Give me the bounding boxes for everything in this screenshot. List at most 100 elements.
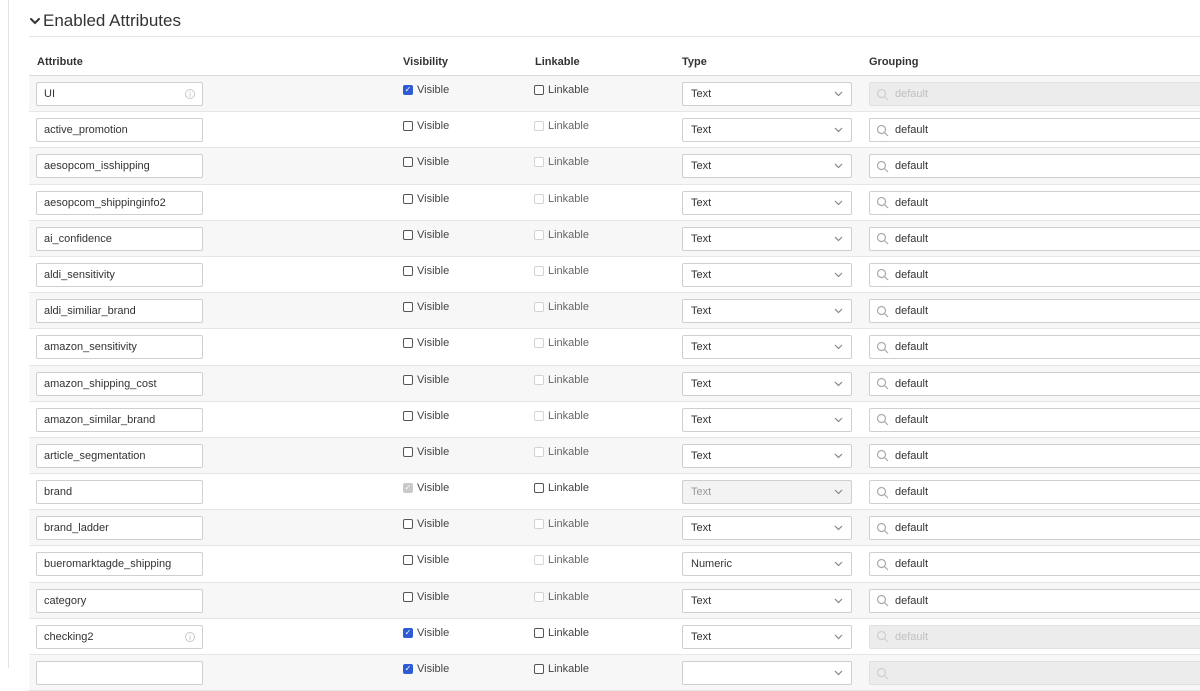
- linkable-toggle[interactable]: Linkable: [534, 627, 589, 639]
- grouping-search-field[interactable]: default: [869, 371, 1200, 396]
- grouping-search-field[interactable]: default: [869, 335, 1200, 360]
- visibility-toggle[interactable]: Visible: [403, 410, 449, 422]
- visibility-toggle[interactable]: ✓ Visible: [403, 84, 449, 96]
- visible-label: Visible: [417, 156, 450, 169]
- grouping-search-field[interactable]: default: [869, 262, 1200, 287]
- visibility-toggle[interactable]: Visible: [403, 265, 449, 277]
- type-select[interactable]: Text: [682, 371, 852, 396]
- linkable-checkbox[interactable]: [534, 627, 544, 638]
- visible-checkbox[interactable]: [403, 555, 413, 566]
- visible-checkbox[interactable]: [403, 157, 413, 168]
- table-row: ✓ Visible Linkable: [29, 655, 1200, 691]
- visibility-toggle[interactable]: Visible: [403, 554, 449, 566]
- grouping-search-field[interactable]: default: [869, 226, 1200, 251]
- column-header-linkable: Linkable: [535, 56, 580, 68]
- grouping-search-field[interactable]: default: [869, 552, 1200, 577]
- visible-label: Visible: [417, 663, 450, 675]
- visible-checkbox[interactable]: ✓: [403, 664, 413, 674]
- attribute-name-field[interactable]: amazon_sensitivity: [36, 335, 203, 360]
- grouping-search-field[interactable]: default: [869, 516, 1200, 541]
- linkable-checkbox[interactable]: [534, 85, 544, 95]
- table-row: aldi_similiar_brand Visible Linkable Tex…: [29, 293, 1200, 330]
- grouping-search-field[interactable]: default: [869, 588, 1200, 613]
- linkable-label: Linkable: [548, 264, 589, 277]
- visibility-toggle[interactable]: ✓ Visible: [403, 663, 449, 675]
- visibility-toggle[interactable]: Visible: [403, 156, 449, 168]
- visibility-toggle[interactable]: Visible: [403, 193, 449, 205]
- attribute-name-field[interactable]: category: [36, 588, 203, 613]
- grouping-search-field[interactable]: default: [869, 118, 1200, 143]
- type-select[interactable]: Text: [682, 335, 852, 360]
- visible-checkbox[interactable]: [403, 265, 413, 276]
- visibility-toggle[interactable]: Visible: [403, 446, 449, 458]
- attribute-name-value: amazon_similar_brand: [44, 413, 156, 426]
- type-select[interactable]: Text: [682, 226, 852, 251]
- linkable-checkbox: [534, 229, 544, 240]
- type-select[interactable]: Text: [682, 624, 852, 649]
- attribute-name-field[interactable]: checking2 i: [36, 624, 203, 649]
- attribute-name-field[interactable]: active_promotion: [36, 118, 203, 143]
- attribute-name-field[interactable]: brand_ladder: [36, 516, 203, 541]
- visible-checkbox[interactable]: [403, 121, 413, 132]
- type-select[interactable]: Text: [682, 118, 852, 143]
- type-select[interactable]: Text: [682, 190, 852, 215]
- visibility-toggle[interactable]: Visible: [403, 374, 449, 386]
- visibility-toggle[interactable]: Visible: [403, 337, 449, 349]
- type-select[interactable]: Text: [682, 82, 852, 106]
- visible-checkbox[interactable]: [403, 446, 413, 457]
- linkable-checkbox[interactable]: [534, 483, 544, 494]
- grouping-search-field[interactable]: default: [869, 443, 1200, 468]
- attribute-name-field[interactable]: aesopcom_shippinginfo2: [36, 190, 203, 215]
- attribute-name-field[interactable]: aldi_sensitivity: [36, 262, 203, 287]
- visible-checkbox[interactable]: [403, 591, 413, 602]
- type-select[interactable]: Text: [682, 299, 852, 324]
- visibility-toggle[interactable]: Visible: [403, 229, 449, 241]
- attribute-name-field[interactable]: bueromarktagde_shipping: [36, 552, 203, 577]
- visible-checkbox[interactable]: [403, 519, 413, 530]
- linkable-checkbox[interactable]: [534, 664, 544, 674]
- attribute-name-field[interactable]: article_segmentation: [36, 443, 203, 468]
- type-select[interactable]: Text: [682, 262, 852, 287]
- visible-checkbox[interactable]: ✓: [403, 85, 413, 95]
- visible-checkbox[interactable]: [403, 338, 413, 349]
- attribute-name-field[interactable]: amazon_similar_brand: [36, 407, 203, 432]
- linkable-toggle[interactable]: Linkable: [534, 84, 589, 96]
- type-select[interactable]: Text: [682, 443, 852, 468]
- grouping-search-field[interactable]: default: [869, 190, 1200, 215]
- visibility-toggle[interactable]: Visible: [403, 591, 449, 603]
- attribute-name-field[interactable]: ai_confidence: [36, 226, 203, 251]
- attribute-name-field[interactable]: UI i: [36, 82, 203, 106]
- attribute-name-field[interactable]: [36, 661, 203, 685]
- attribute-name-field[interactable]: aldi_similiar_brand: [36, 299, 203, 324]
- linkable-toggle[interactable]: Linkable: [534, 482, 589, 494]
- attribute-name-field[interactable]: aesopcom_isshipping: [36, 154, 203, 179]
- visible-checkbox[interactable]: [403, 410, 413, 421]
- type-select[interactable]: Text: [682, 154, 852, 179]
- chevron-down-icon: [834, 453, 843, 459]
- type-value: Text: [691, 232, 712, 245]
- visible-checkbox[interactable]: ✓: [403, 627, 413, 638]
- enabled-attributes-toggle[interactable]: Enabled Attributes: [29, 9, 181, 33]
- visible-checkbox[interactable]: [403, 302, 413, 313]
- grouping-search-field[interactable]: default: [869, 407, 1200, 432]
- grouping-search-field[interactable]: default: [869, 299, 1200, 324]
- linkable-toggle[interactable]: Linkable: [534, 663, 589, 675]
- visibility-toggle[interactable]: Visible: [403, 518, 449, 530]
- type-select[interactable]: Text: [682, 407, 852, 432]
- type-select[interactable]: Text: [682, 516, 852, 541]
- visibility-toggle[interactable]: Visible: [403, 301, 449, 313]
- grouping-search-field[interactable]: default: [869, 154, 1200, 179]
- grouping-search-field[interactable]: default: [869, 480, 1200, 505]
- visible-checkbox[interactable]: [403, 374, 413, 385]
- visible-label: Visible: [417, 192, 450, 205]
- attribute-name-field[interactable]: brand: [36, 480, 203, 505]
- visibility-toggle[interactable]: Visible: [403, 120, 449, 132]
- type-select[interactable]: Numeric: [682, 552, 852, 577]
- type-select[interactable]: [682, 661, 852, 685]
- visible-checkbox[interactable]: [403, 193, 413, 204]
- type-select[interactable]: Text: [682, 588, 852, 613]
- visible-checkbox[interactable]: [403, 229, 413, 240]
- attribute-name-field[interactable]: amazon_shipping_cost: [36, 371, 203, 396]
- visibility-toggle[interactable]: ✓ Visible: [403, 627, 449, 639]
- type-value: Text: [691, 413, 712, 426]
